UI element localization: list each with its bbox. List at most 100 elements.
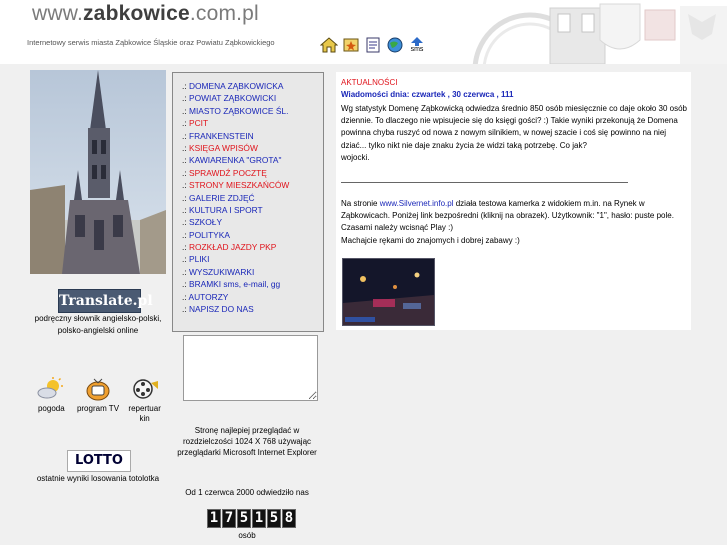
menu-item-prefix: .: <box>182 93 187 104</box>
menu-item-prefix: .: <box>182 217 187 228</box>
sms-label: sms <box>410 45 424 53</box>
menu-item[interactable]: .: SPRAWDŹ POCZTĘ <box>173 167 323 179</box>
menu-item-prefix: .: <box>182 266 187 277</box>
news-author: wojocki. <box>341 152 370 162</box>
menu-item-prefix: .: <box>182 167 187 178</box>
browser-recommendation: Stronę najlepiej przeglądać w rozdzielcz… <box>177 426 317 457</box>
news-divider <box>341 182 628 183</box>
services-row: pogoda program TV repertuar kin <box>28 377 168 424</box>
home-icon[interactable] <box>319 35 339 55</box>
webcam-thumbnail[interactable] <box>342 258 435 326</box>
menu-item-prefix: .: <box>182 180 187 191</box>
menu-item-label: PCIT <box>188 118 209 129</box>
header-icons: sms <box>319 35 427 55</box>
menu-item-label: ROZKŁAD JAZDY PKP <box>188 242 277 253</box>
news-heading: AKTUALNOŚCI <box>341 78 398 87</box>
header: www.zabkowice.com.pl Internetowy serwis … <box>0 0 727 64</box>
tv-program-link[interactable]: program TV <box>76 377 120 424</box>
menu-item-label: KAWIARENKA "GROTA" <box>188 155 282 166</box>
menu-item-label: POWIAT ZĄBKOWICKI <box>188 93 277 104</box>
menu-item-label: SZKOŁY <box>188 217 223 228</box>
film-reel-icon <box>132 379 158 399</box>
menu-item[interactable]: .: WYSZUKIWARKI <box>173 266 323 278</box>
menu-item-label: STRONY MIESZKAŃCÓW <box>188 180 290 191</box>
menu-item[interactable]: .: KSIĘGA WPISÓW <box>173 142 323 154</box>
weather-link[interactable]: pogoda <box>29 377 73 424</box>
globe-icon[interactable] <box>385 35 405 55</box>
menu-item[interactable]: .: STRONY MIESZKAŃCÓW <box>173 179 323 191</box>
menu-item-label: GALERIE ZDJĘĆ <box>188 192 255 203</box>
menu-item[interactable]: .: POWIAT ZĄBKOWICKI <box>173 92 323 104</box>
counter-digit: 8 <box>282 509 296 528</box>
menu-item-label: WYSZUKIWARKI <box>188 266 255 277</box>
lotto-logo[interactable]: LOTTO <box>67 450 131 472</box>
menu-item-prefix: .: <box>182 291 187 302</box>
news-body: Wg statystyk Domenę Ząbkowicką odwiedza … <box>341 103 691 164</box>
menu-item-prefix: .: <box>182 242 187 253</box>
counter-digit: 5 <box>267 509 281 528</box>
menu-item[interactable]: .: ROZKŁAD JAZDY PKP <box>173 241 323 253</box>
menu-item-label: KSIĘGA WPISÓW <box>188 142 258 153</box>
menu-item[interactable]: .: MIASTO ZĄBKOWICE ŚL. <box>173 105 323 117</box>
menu-item-label: PLIKI <box>188 254 210 265</box>
menu-item[interactable]: .: DOMENA ZĄBKOWICKA <box>173 80 323 92</box>
tv-icon <box>86 378 110 401</box>
menu-item-label: FRANKENSTEIN <box>188 130 254 141</box>
menu-item-prefix: .: <box>182 229 187 240</box>
weather-icon <box>37 377 64 399</box>
document-icon[interactable] <box>363 35 383 55</box>
header-decoration <box>472 3 727 64</box>
menu-item[interactable]: .: KULTURA I SPORT <box>173 204 323 216</box>
menu-item-label: SPRAWDŹ POCZTĘ <box>188 167 267 178</box>
menu-item[interactable]: .: PLIKI <box>173 253 323 265</box>
site-title[interactable]: www.zabkowice.com.pl <box>32 2 259 26</box>
menu-item[interactable]: .: AUTORZY <box>173 291 323 303</box>
news-text: Wg statystyk Domenę Ząbkowicką odwiedza … <box>341 104 687 150</box>
menu-item-label: KULTURA I SPORT <box>188 204 263 215</box>
news-date: Wiadomości dnia: czwartek , 30 czerwca ,… <box>341 90 514 99</box>
menu-item-label: AUTORZY <box>188 291 229 302</box>
menu-item-prefix: .: <box>182 155 187 166</box>
menu-item-prefix: .: <box>182 254 187 265</box>
silvernet-link[interactable]: www.Silvernet.info.pl <box>380 199 454 208</box>
cinema-label: repertuar kin <box>128 404 161 423</box>
menu-item-prefix: .: <box>182 192 187 203</box>
menu-item-prefix: .: <box>182 81 187 91</box>
menu-item[interactable]: .: GALERIE ZDJĘĆ <box>173 192 323 204</box>
menu-item-prefix: .: <box>182 142 187 153</box>
cinema-link[interactable]: repertuar kin <box>123 377 167 424</box>
counter-digit: 5 <box>237 509 251 528</box>
star-icon[interactable] <box>341 35 361 55</box>
title-suffix: .com.pl <box>189 2 259 25</box>
tagline: Internetowy serwis miasta Ząbkowice Śląs… <box>27 38 275 47</box>
menu-item[interactable]: .: PCIT <box>173 117 323 129</box>
menu-item-prefix: .: <box>182 130 187 141</box>
webcam-line2: Machajcie rękami do znajomych i dobrej z… <box>341 235 520 245</box>
menu-item-prefix: .: <box>182 204 187 215</box>
menu-item[interactable]: .: NAPISZ DO NAS <box>173 303 323 315</box>
menu-item-label: BRAMKI sms, e-mail, gg <box>188 279 281 290</box>
webcam-text: Na stronie www.Silvernet.info.pl działa … <box>341 198 686 247</box>
sms-icon[interactable]: sms <box>407 35 427 55</box>
menu-item[interactable]: .: BRAMKI sms, e-mail, gg <box>173 278 323 290</box>
menu-item-prefix: .: <box>182 118 187 129</box>
menu-item[interactable]: .: POLITYKA <box>173 229 323 241</box>
counter-digit: 7 <box>222 509 236 528</box>
counter-digit: 1 <box>207 509 221 528</box>
visit-counter: 175158 <box>207 509 296 528</box>
translate-logo[interactable]: Translate.pl <box>58 289 153 313</box>
weather-label: pogoda <box>37 404 65 413</box>
menu-item-prefix: .: <box>182 304 187 315</box>
menu-item[interactable]: .: KAWIARENKA "GROTA" <box>173 154 323 166</box>
title-prefix: www. <box>32 2 83 25</box>
message-textarea[interactable] <box>183 335 318 401</box>
menu-item-label: NAPISZ DO NAS <box>188 304 254 315</box>
translate-description: podręczny słownik angielsko-polski, pols… <box>34 314 162 335</box>
menu-item[interactable]: .: FRANKENSTEIN <box>173 130 323 142</box>
title-main: zabkowice <box>82 2 190 25</box>
visit-counter-label: Od 1 czerwca 2000 odwiedziło nas <box>185 488 309 497</box>
menu-item-prefix: .: <box>182 279 187 290</box>
menu-item-label: MIASTO ZĄBKOWICE ŚL. <box>188 105 289 116</box>
menu-item[interactable]: .: SZKOŁY <box>173 216 323 228</box>
menu-item-label: POLITYKA <box>188 229 230 240</box>
